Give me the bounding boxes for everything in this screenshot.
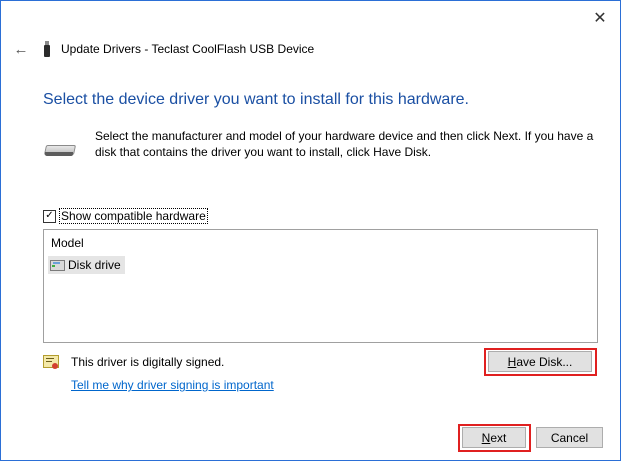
page-heading: Select the device driver you want to ins…	[43, 91, 469, 108]
window-header: ← Update Drivers - Teclast CoolFlash USB…	[11, 39, 610, 59]
intro-text: Select the manufacturer and model of you…	[95, 129, 594, 159]
driver-signing-link[interactable]: Tell me why driver signing is important	[71, 378, 274, 392]
disk-drive-small-icon	[50, 259, 65, 271]
have-disk-button[interactable]: Have Disk...	[488, 351, 592, 372]
have-disk-accelerator: H	[507, 354, 517, 369]
disk-drive-icon	[43, 142, 77, 158]
cancel-button[interactable]: Cancel	[536, 427, 603, 448]
next-label-rest: ext	[490, 430, 507, 445]
show-compatible-hardware-checkbox[interactable]: ✓	[43, 209, 56, 223]
window-title: Update Drivers - Teclast CoolFlash USB D…	[61, 42, 315, 56]
close-button[interactable]: ✕	[588, 7, 612, 29]
checkmark-icon: ✓	[45, 210, 54, 221]
list-item-label: Disk drive	[68, 258, 121, 272]
have-disk-label-rest: ave Disk...	[516, 354, 573, 369]
model-list[interactable]: Model Disk drive	[43, 229, 598, 343]
model-column-header: Model	[51, 236, 84, 250]
next-accelerator: N	[481, 430, 491, 445]
list-item-disk-drive[interactable]: Disk drive	[48, 256, 125, 274]
next-button[interactable]: Next	[462, 427, 526, 448]
intro-section: Select the manufacturer and model of you…	[43, 128, 600, 160]
signing-status-text: This driver is digitally signed.	[71, 355, 225, 369]
back-arrow-icon[interactable]: ←	[11, 41, 31, 58]
close-icon: ✕	[593, 10, 607, 27]
usb-drive-icon	[43, 41, 51, 57]
certificate-icon	[43, 355, 59, 369]
show-compatible-hardware-option[interactable]: ✓ Show compatible hardware	[43, 208, 208, 224]
signing-status: This driver is digitally signed.	[43, 355, 224, 369]
show-compatible-hardware-label[interactable]: Show compatible hardware	[59, 208, 208, 224]
update-drivers-window: ✕ ← Update Drivers - Teclast CoolFlash U…	[0, 0, 621, 461]
